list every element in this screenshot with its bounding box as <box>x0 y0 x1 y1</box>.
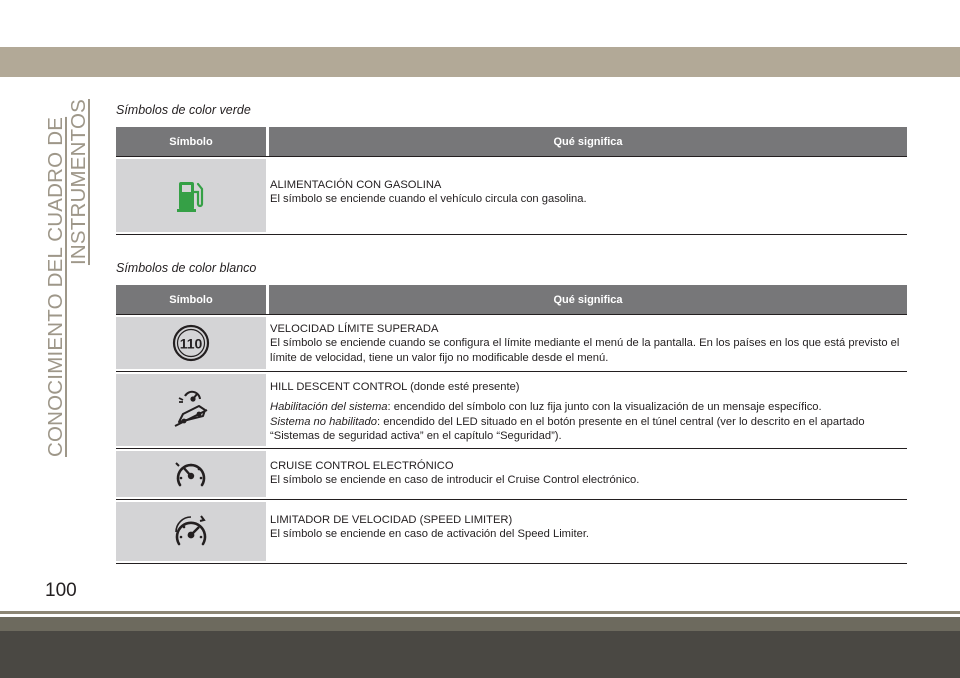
symbol-cell <box>116 502 266 561</box>
text-enabled: : encendido del símbolo con luz fija jun… <box>387 401 822 414</box>
footer-band <box>0 617 960 631</box>
row-heading: VELOCIDAD LÍMITE SUPERADA <box>270 323 439 335</box>
row-text: El símbolo se enciende en caso de activa… <box>270 528 590 541</box>
row-text: El símbolo se enciende cuando se configu… <box>270 337 900 364</box>
speed-limiter-icon <box>175 514 207 545</box>
table-row: ALIMENTACIÓN CON GASOLINA El símbolo se … <box>116 157 907 235</box>
chapter-title: CONOCIMIENTO DEL CUADRO DE INSTRUMENTOS <box>44 97 90 457</box>
meaning-cell: VELOCIDAD LÍMITE SUPERADA El símbolo se … <box>269 322 907 365</box>
table-row: 110 VELOCIDAD LÍMITE SUPERADA El símbolo… <box>116 315 907 372</box>
symbol-cell: 110 <box>116 317 266 369</box>
meaning-cell: ALIMENTACIÓN CON GASOLINA El símbolo se … <box>269 178 907 207</box>
fuel-pump-icon <box>177 181 204 212</box>
section-title-green: Símbolos de color verde <box>116 103 251 117</box>
hill-descent-icon <box>174 390 208 427</box>
chapter-title-line2: INSTRUMENTOS <box>67 99 90 266</box>
meaning-cell: LIMITADOR DE VELOCIDAD (SPEED LIMITER) E… <box>269 513 907 542</box>
label-enabled: Habilitación del sistema <box>270 401 388 414</box>
table-row: HILL DESCENT CONTROL (donde esté present… <box>116 372 907 449</box>
footer-dark-band <box>0 631 960 678</box>
row-text-disabled: Sistema no habilitado: encendido del LED… <box>270 415 907 444</box>
row-text: El símbolo se enciende en caso de introd… <box>270 474 640 487</box>
row-heading: CRUISE CONTROL ELECTRÓNICO <box>270 460 454 472</box>
header-symbol: Símbolo <box>116 127 266 156</box>
table-row: CRUISE CONTROL ELECTRÓNICO El símbolo se… <box>116 449 907 500</box>
speed-limit-value: 110 <box>180 336 203 352</box>
symbol-cell <box>116 374 266 446</box>
row-text: El símbolo se enciende cuando el vehícul… <box>270 193 587 206</box>
page-number: 100 <box>45 580 77 601</box>
table-header: Símbolo Qué significa <box>116 127 907 157</box>
footer-line <box>0 611 960 614</box>
row-heading: LIMITADOR DE VELOCIDAD (SPEED LIMITER) <box>270 514 513 526</box>
green-symbols-table: Símbolo Qué significa ALIMENTACIÓN CON G… <box>116 127 907 235</box>
cruise-control-icon <box>175 462 206 487</box>
chapter-title-line1: CONOCIMIENTO DEL CUADRO DE <box>44 116 67 457</box>
row-heading: HILL DESCENT CONTROL (donde esté present… <box>270 381 520 393</box>
speed-limit-110-icon: 110 <box>172 324 210 362</box>
white-symbols-table: Símbolo Qué significa 110 VELOCIDAD LÍMI… <box>116 285 907 564</box>
label-disabled: Sistema no habilitado <box>270 415 377 428</box>
header-symbol: Símbolo <box>116 285 266 314</box>
symbol-cell <box>116 159 266 232</box>
meaning-cell: CRUISE CONTROL ELECTRÓNICO El símbolo se… <box>269 459 907 488</box>
row-heading: ALIMENTACIÓN CON GASOLINA <box>270 179 442 191</box>
table-header: Símbolo Qué significa <box>116 285 907 315</box>
meaning-cell: HILL DESCENT CONTROL (donde esté present… <box>269 380 907 443</box>
header-meaning: Qué significa <box>269 127 907 156</box>
row-text-enabled: Habilitación del sistema: encendido del … <box>270 400 907 414</box>
table-row: LIMITADOR DE VELOCIDAD (SPEED LIMITER) E… <box>116 500 907 564</box>
section-title-white: Símbolos de color blanco <box>116 261 257 275</box>
header-meaning: Qué significa <box>269 285 907 314</box>
top-band <box>0 47 960 77</box>
symbol-cell <box>116 451 266 497</box>
